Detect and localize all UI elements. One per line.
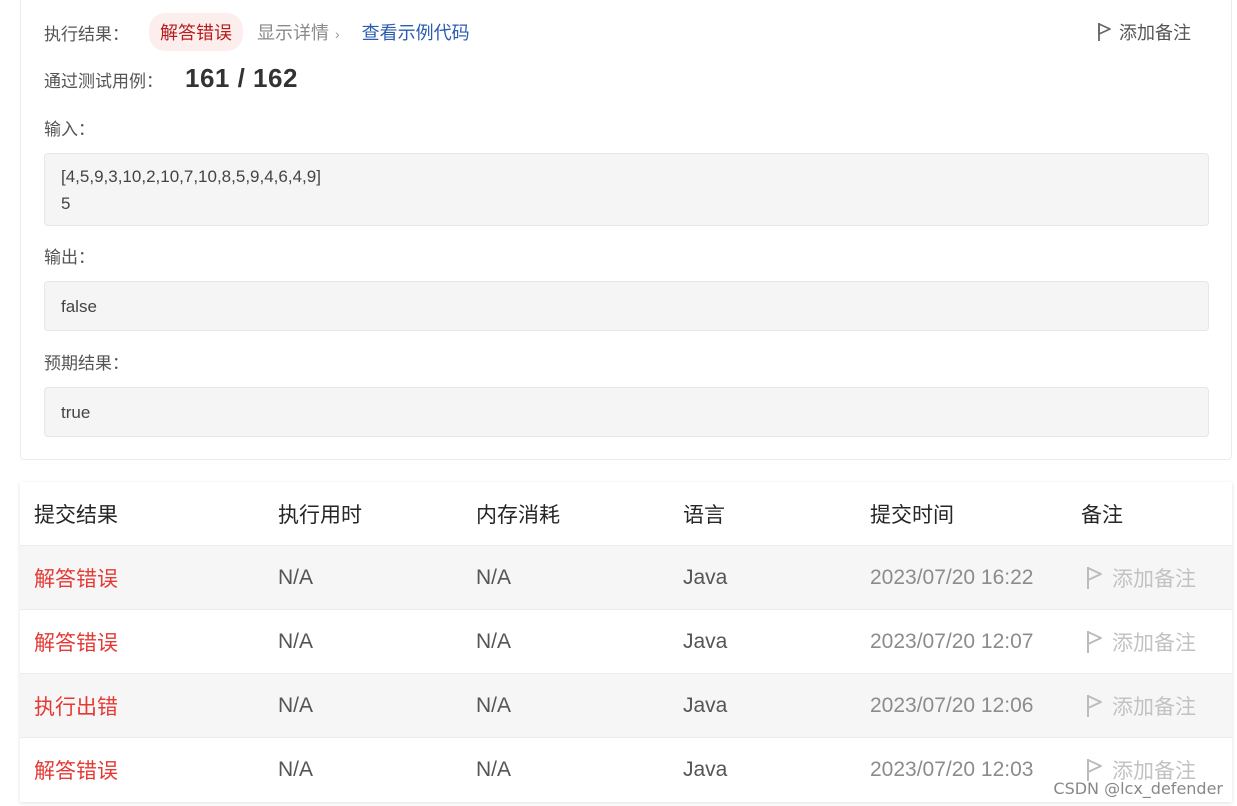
header-language: 语言	[683, 503, 725, 527]
submission-status[interactable]: 解答错误	[34, 755, 118, 785]
add-note-label: 添加备注	[1112, 631, 1196, 655]
submission-status[interactable]: 解答错误	[34, 563, 118, 593]
submission-time: 2023/07/20 16:22	[870, 565, 1034, 589]
output-value: false	[61, 296, 97, 316]
input-line: [4,5,9,3,10,2,10,7,10,8,5,9,4,6,4,9]	[61, 166, 321, 186]
show-details-label: 显示详情	[257, 23, 329, 43]
passed-cases-value: 161 / 162	[185, 63, 298, 93]
submission-language: Java	[683, 565, 728, 589]
row-add-note-button[interactable]: 添加备注	[1086, 627, 1196, 657]
row-add-note-button[interactable]: 添加备注	[1086, 691, 1196, 721]
table-header: 提交结果 执行用时 内存消耗 语言 提交时间 备注	[20, 482, 1232, 546]
exec-result-label: 执行结果：	[44, 24, 129, 44]
expected-label: 预期结果：	[44, 354, 129, 373]
flag-icon	[1087, 694, 1102, 717]
table-row[interactable]: 执行出错 N/A N/A Java 2023/07/20 12:06 添加备注	[20, 674, 1232, 738]
header-runtime: 执行用时	[278, 503, 362, 527]
header-note: 备注	[1081, 503, 1123, 527]
submission-time: 2023/07/20 12:06	[870, 693, 1034, 717]
add-note-label: 添加备注	[1112, 695, 1196, 719]
header-status: 提交结果	[34, 503, 118, 527]
passed-cases-row: 通过测试用例： 161 / 162	[44, 63, 298, 99]
flag-icon	[1098, 23, 1111, 41]
table-row[interactable]: 解答错误 N/A N/A Java 2023/07/20 12:03 添加备注	[20, 738, 1232, 802]
submission-time: 2023/07/20 12:07	[870, 629, 1034, 653]
add-note-label: 添加备注	[1119, 23, 1191, 43]
submission-time: 2023/07/20 12:03	[870, 758, 1034, 781]
watermark: CSDN @lcx_defender	[1053, 779, 1223, 798]
output-box: false	[44, 281, 1209, 331]
submission-runtime: N/A	[278, 758, 314, 781]
submission-language: Java	[683, 758, 728, 781]
submission-memory: N/A	[476, 758, 512, 781]
result-panel: 执行结果： 解答错误 显示详情 › 查看示例代码 添加备注 通过测试用例： 161…	[20, 0, 1232, 460]
submissions-table: 提交结果 执行用时 内存消耗 语言 提交时间 备注 解答错误 N/A N/A J…	[20, 482, 1232, 802]
submission-status[interactable]: 解答错误	[34, 627, 118, 657]
submission-runtime: N/A	[278, 565, 314, 589]
output-label: 输出：	[44, 248, 95, 267]
flag-icon	[1087, 630, 1102, 653]
submission-language: Java	[683, 693, 728, 717]
submission-runtime: N/A	[278, 629, 314, 653]
input-box: [4,5,9,3,10,2,10,7,10,8,5,9,4,6,4,9] 5	[44, 153, 1209, 226]
submission-memory: N/A	[476, 629, 512, 653]
result-header: 执行结果： 解答错误 显示详情 › 查看示例代码 添加备注	[44, 13, 1211, 51]
status-badge: 解答错误	[149, 13, 243, 51]
submission-runtime: N/A	[278, 693, 314, 717]
submission-status[interactable]: 执行出错	[34, 691, 118, 721]
add-note-label: 添加备注	[1112, 567, 1196, 591]
passed-cases-label: 通过测试用例：	[44, 72, 163, 91]
header-time: 提交时间	[870, 503, 954, 527]
add-note-button[interactable]: 添加备注	[1097, 19, 1191, 45]
chevron-right-icon: ›	[335, 26, 340, 42]
submission-memory: N/A	[476, 693, 512, 717]
expected-box: true	[44, 387, 1209, 437]
row-add-note-button[interactable]: 添加备注	[1086, 563, 1196, 593]
view-sample-code-link[interactable]: 查看示例代码	[362, 19, 470, 45]
table-row[interactable]: 解答错误 N/A N/A Java 2023/07/20 12:07 添加备注	[20, 610, 1232, 674]
input-label: 输入：	[44, 120, 95, 139]
expected-value: true	[61, 402, 91, 422]
header-memory: 内存消耗	[476, 503, 560, 527]
submission-language: Java	[683, 629, 728, 653]
input-line: 5	[61, 193, 71, 213]
table-row[interactable]: 解答错误 N/A N/A Java 2023/07/20 16:22 添加备注	[20, 546, 1232, 610]
submission-memory: N/A	[476, 565, 512, 589]
show-details-link[interactable]: 显示详情 ›	[257, 19, 340, 45]
flag-icon	[1087, 566, 1102, 589]
